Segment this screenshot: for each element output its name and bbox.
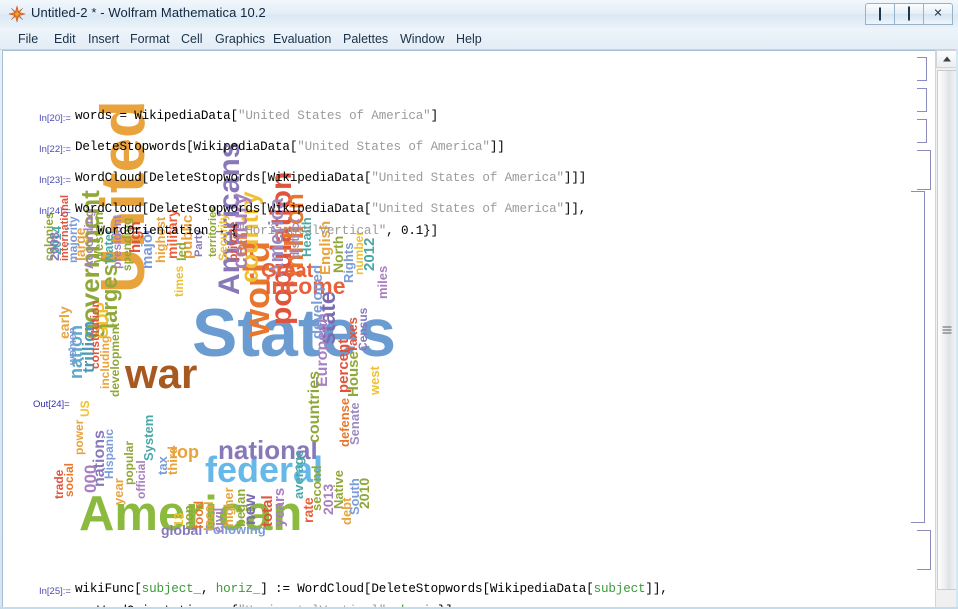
cell-bracket[interactable]	[917, 530, 931, 570]
code-line[interactable]: WordOrientation → {"HorizontalVertical",…	[75, 224, 438, 238]
menu-item-cell[interactable]: Cell	[177, 31, 207, 47]
code-token-op: wikiFunc[	[75, 582, 142, 596]
mathematica-spikey-icon	[8, 5, 26, 23]
word-cloud-word: war	[125, 350, 198, 397]
code-line[interactable]: DeleteStopwords[WikipediaData["United St…	[75, 140, 505, 154]
menu-item-format[interactable]: Format	[126, 31, 174, 47]
word-cloud-word: System	[141, 414, 156, 461]
scroll-up-arrow[interactable]	[936, 50, 958, 68]
word-cloud-word: led	[174, 242, 189, 261]
word-cloud-word: 2008	[47, 232, 62, 261]
menu-item-evaluation[interactable]: Evaluation	[269, 31, 335, 47]
word-cloud-word: official	[134, 460, 148, 499]
window-controls: ✕	[865, 3, 953, 25]
word-cloud-word: countries	[306, 370, 323, 443]
cell-bracket[interactable]	[917, 57, 927, 81]
code-token-op: WordOrientation → {	[75, 224, 238, 238]
mathematica-window: Untitled-2 * - Wolfram Mathematica 10.2 …	[0, 0, 958, 609]
word-cloud-word: House	[345, 351, 362, 397]
word-cloud-word: Senate	[347, 402, 362, 445]
title-bar: Untitled-2 * - Wolfram Mathematica 10.2 …	[0, 0, 958, 29]
word-cloud-word: 2010	[356, 477, 372, 509]
menu-item-insert[interactable]: Insert	[84, 31, 123, 47]
cell-label-in: In[24]:=	[39, 206, 71, 217]
menu-item-file[interactable]: File	[14, 31, 42, 47]
menu-bar: File Edit Insert Format Cell Graphics Evaluati…	[0, 28, 958, 50]
word-cloud-word: new	[242, 493, 259, 525]
code-token-op: ,	[200, 582, 216, 596]
code-token-str: "United States of America"	[237, 109, 431, 123]
scroll-thumb[interactable]	[937, 70, 957, 590]
code-line[interactable]: wikiFunc[subject_, horiz_] := WordCloud[…	[75, 582, 668, 596]
word-cloud-word: developed	[309, 264, 326, 339]
cell-label-in: In[23]:=	[39, 175, 71, 186]
cell-label-out: Out[24]=	[33, 399, 70, 410]
word-cloud-word: power	[72, 419, 86, 455]
output-cell-bracket[interactable]	[911, 191, 925, 523]
word-cloud-word: US	[78, 400, 92, 417]
word-cloud-word: average	[291, 449, 306, 499]
word-cloud-word: North	[330, 235, 346, 273]
word-cloud-word: social	[62, 462, 76, 497]
code-token-op: ]	[430, 109, 439, 123]
code-token-str: "United States of America"	[371, 202, 564, 216]
code-line[interactable]: WordCloud[DeleteStopwords[WikipediaData[…	[75, 171, 586, 185]
word-cloud-word: women	[67, 327, 79, 365]
cell-bracket[interactable]	[917, 150, 931, 190]
code-token-pat: subject_	[141, 582, 201, 596]
word-cloud-output[interactable]: States United American federal war world Ameri…	[42, 100, 399, 569]
word-cloud-word: years	[271, 487, 288, 527]
code-token-op: words = WikipediaData[	[75, 109, 238, 123]
cell-label-in: In[22]:=	[39, 144, 71, 155]
menu-item-graphics[interactable]: Graphics	[211, 31, 269, 47]
cell-label-in: In[25]:=	[39, 586, 71, 597]
close-icon: ✕	[933, 7, 943, 20]
menu-item-palettes[interactable]: Palettes	[339, 31, 392, 47]
notebook-canvas[interactable]: States United American federal war world Ameri…	[2, 50, 935, 609]
code-token-str: "United States of America"	[297, 140, 490, 154]
code-token-op: ]]]	[563, 171, 587, 185]
window-title: Untitled-2 * - Wolfram Mathematica 10.2	[31, 5, 266, 20]
close-button[interactable]: ✕	[923, 3, 953, 25]
menu-item-edit[interactable]: Edit	[50, 31, 80, 47]
word-cloud-word: Hispanic	[102, 428, 116, 479]
restore-button[interactable]	[894, 3, 923, 25]
code-token-op: DeleteStopwords[WikipediaData[	[75, 140, 298, 154]
code-token-str: "United States of America"	[371, 171, 564, 185]
vertical-scrollbar[interactable]	[935, 50, 958, 607]
grip-icon	[942, 326, 952, 334]
code-token-op: WordCloud[DeleteStopwords[WikipediaData[	[75, 202, 372, 216]
code-token-op: ]],	[563, 202, 587, 216]
word-cloud-word: Census	[356, 307, 370, 351]
code-token-op: , 0.1}]	[386, 224, 438, 238]
code-token-str: "HorizontalVertical"	[237, 224, 387, 238]
word-cloud-word: west	[367, 366, 382, 395]
code-token-op: WordCloud[DeleteStopwords[WikipediaData[	[75, 171, 372, 185]
code-token-pat: horiz_	[215, 582, 261, 596]
word-cloud-word: third	[165, 446, 180, 475]
minimize-button[interactable]	[865, 3, 894, 25]
code-line[interactable]: WordCloud[DeleteStopwords[WikipediaData[…	[75, 202, 586, 216]
code-token-pat: subject	[593, 582, 646, 596]
chevron-up-icon	[943, 56, 951, 62]
word-cloud-word: miles	[375, 265, 390, 299]
cell-bracket[interactable]	[917, 119, 927, 143]
word-cloud-word: times	[172, 265, 186, 297]
code-line[interactable]: words = WikipediaData["United States of …	[75, 109, 438, 123]
word-cloud-word: development	[108, 322, 122, 397]
code-token-op: ]],	[645, 582, 668, 596]
menu-item-window[interactable]: Window	[396, 31, 448, 47]
cell-bracket[interactable]	[917, 88, 927, 112]
code-token-op: ]]	[489, 140, 505, 154]
code-token-op: ] := WordCloud[DeleteStopwords[Wikipedia…	[260, 582, 594, 596]
cell-label-in: In[20]:=	[39, 113, 71, 124]
word-cloud-word: Great	[261, 260, 314, 282]
menu-item-help[interactable]: Help	[452, 31, 486, 47]
